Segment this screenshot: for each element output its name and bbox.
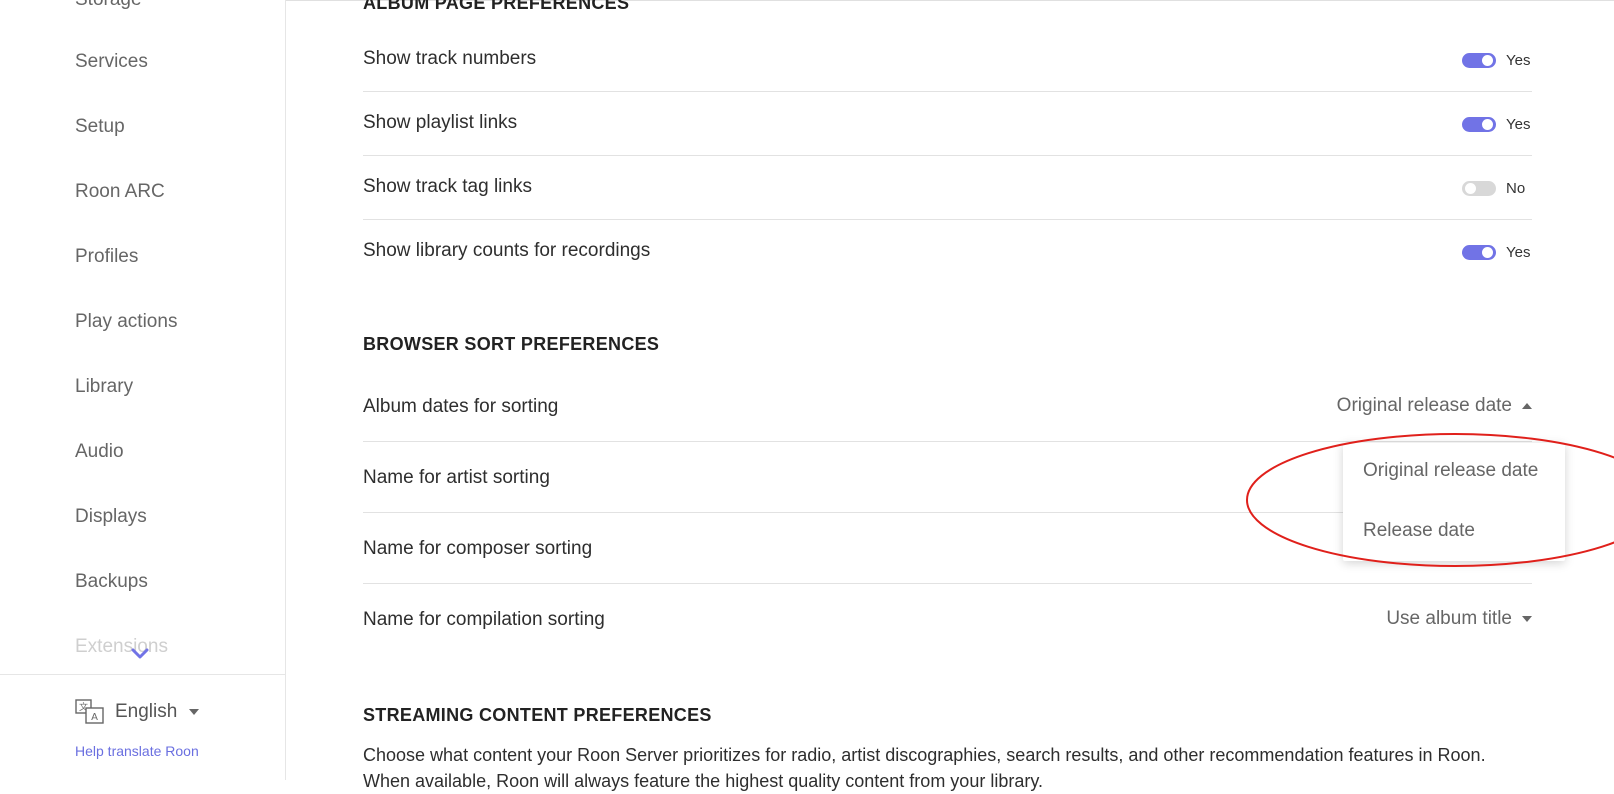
toggle-value: Yes — [1506, 52, 1531, 69]
setting-label: Name for artist sorting — [363, 467, 550, 488]
sidebar-item-extensions[interactable]: Extensions — [75, 633, 168, 661]
select-value: Original release date — [1336, 395, 1512, 416]
album-dates-select[interactable]: Original release date — [1337, 395, 1532, 417]
settings-sidebar: Storage Services Setup Roon ARC Profiles… — [0, 0, 286, 780]
toggle-value: Yes — [1506, 116, 1531, 133]
language-selector[interactable]: 文 A English — [75, 697, 200, 727]
browser-sort-preferences-title: BROWSER SORT PREFERENCES — [363, 334, 660, 354]
setting-label: Show track numbers — [363, 48, 537, 69]
sidebar-item-setup[interactable]: Setup — [75, 113, 125, 141]
scroll-down-chevron-icon[interactable] — [131, 648, 149, 660]
compilation-sorting-select[interactable]: Use album title — [1386, 608, 1532, 630]
sidebar-item-profiles[interactable]: Profiles — [75, 243, 138, 271]
setting-label: Show playlist links — [363, 112, 518, 133]
toggle-show-track-tag-links[interactable]: No — [1462, 180, 1530, 197]
toggle-show-track-numbers[interactable]: Yes — [1462, 52, 1530, 69]
select-value: Use album title — [1386, 608, 1512, 629]
setting-label: Name for compilation sorting — [363, 609, 605, 630]
language-label: English — [115, 701, 178, 722]
toggle-switch[interactable] — [1462, 245, 1496, 260]
streaming-content-preferences-title: STREAMING CONTENT PREFERENCES — [363, 705, 712, 725]
setting-label: Name for composer sorting — [363, 538, 593, 559]
toggle-show-playlist-links[interactable]: Yes — [1462, 116, 1530, 133]
streaming-description: Choose what content your Roon Server pri… — [363, 745, 1486, 791]
sidebar-item-services[interactable]: Services — [75, 48, 148, 76]
translate-icon: 文 A — [75, 699, 104, 724]
setting-label: Show track tag links — [363, 176, 532, 197]
album-dates-dropdown-menu: Original release date Release date — [1343, 443, 1565, 561]
setting-row-show-library-counts: Show library counts for recordings Yes — [363, 220, 1532, 284]
setting-row-album-dates: Album dates for sorting Original release… — [363, 374, 1532, 442]
sidebar-item-audio[interactable]: Audio — [75, 438, 124, 466]
sidebar-item-storage[interactable]: Storage — [75, 0, 142, 14]
album-page-preferences-title: ALBUM PAGE PREFERENCES — [363, 0, 630, 13]
sidebar-item-play-actions[interactable]: Play actions — [75, 308, 177, 336]
setting-label: Album dates for sorting — [363, 396, 559, 417]
setting-row-show-track-numbers: Show track numbers Yes — [363, 28, 1532, 92]
sidebar-divider — [0, 674, 285, 675]
sidebar-item-displays[interactable]: Displays — [75, 503, 147, 531]
svg-text:A: A — [91, 712, 98, 723]
setting-label: Show library counts for recordings — [363, 240, 651, 261]
dropdown-option-original-release-date[interactable]: Original release date — [1363, 460, 1538, 482]
toggle-switch[interactable] — [1462, 117, 1496, 132]
chevron-up-icon — [1522, 403, 1532, 409]
setting-row-compilation-sorting: Name for compilation sorting Use album t… — [363, 584, 1532, 655]
setting-row-show-playlist-links: Show playlist links Yes — [363, 92, 1532, 156]
toggle-value: Yes — [1506, 244, 1531, 261]
chevron-down-icon — [189, 709, 200, 715]
sidebar-item-roon-arc[interactable]: Roon ARC — [75, 178, 165, 206]
sidebar-item-backups[interactable]: Backups — [75, 568, 148, 596]
sidebar-item-library[interactable]: Library — [75, 373, 133, 401]
chevron-down-icon — [1522, 616, 1532, 622]
toggle-show-library-counts[interactable]: Yes — [1462, 244, 1530, 261]
toggle-switch[interactable] — [1462, 53, 1496, 68]
help-translate-link[interactable]: Help translate Roon — [75, 743, 199, 759]
dropdown-option-release-date[interactable]: Release date — [1363, 520, 1475, 542]
toggle-value: No — [1506, 180, 1526, 197]
setting-row-show-track-tag-links: Show track tag links No — [363, 156, 1532, 220]
toggle-switch[interactable] — [1462, 181, 1496, 196]
